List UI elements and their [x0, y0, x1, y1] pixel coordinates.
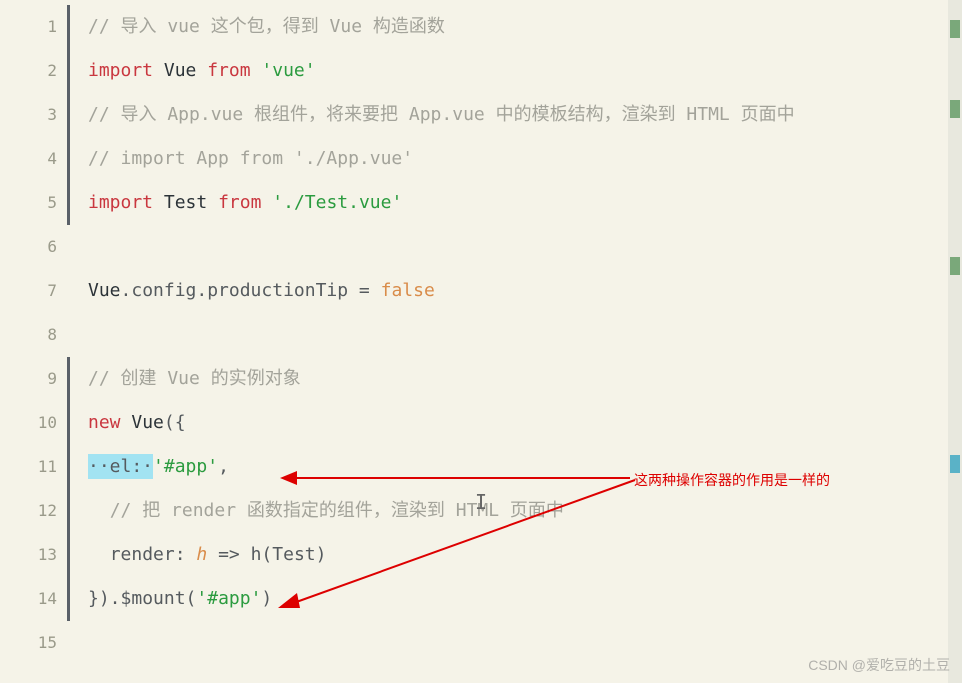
annotation-text: 这两种操作容器的作用是一样的 — [634, 470, 830, 490]
line-number: 6 — [0, 225, 70, 269]
code-editor[interactable]: 1 2 3 4 5 6 7 8 9 10 11 12 13 14 15 // 导… — [0, 0, 962, 683]
code-line[interactable]: import Vue from 'vue' — [88, 49, 962, 93]
watermark: CSDN @爱吃豆的土豆 — [808, 655, 950, 675]
line-number: 7 — [0, 269, 70, 313]
punctuation: ( — [186, 588, 197, 609]
parameter: h — [196, 544, 207, 565]
identifier: Vue — [153, 60, 207, 81]
code-content[interactable]: // 导入 vue 这个包，得到 Vue 构造函数 import Vue fro… — [70, 0, 962, 683]
line-number: 10 — [0, 401, 70, 445]
code-line[interactable]: // import App from './App.vue' — [88, 137, 962, 181]
string: 'vue' — [261, 60, 315, 81]
code-line[interactable]: new Vue({ — [88, 401, 962, 445]
scrollbar[interactable] — [948, 0, 962, 683]
punctuation: ({ — [164, 412, 186, 433]
comment: // 把 render 函数指定的组件，渲染到 HTML 页面中 — [110, 500, 564, 521]
comment: // 导入 vue 这个包，得到 Vue 构造函数 — [88, 16, 445, 37]
line-number: 4 — [0, 137, 70, 181]
comment: // 创建 Vue 的实例对象 — [88, 368, 301, 389]
scrollbar-marker — [950, 20, 960, 38]
code-line[interactable]: // 导入 vue 这个包，得到 Vue 构造函数 — [88, 5, 962, 49]
selected-text: ··el:· — [88, 454, 153, 479]
line-number: 3 — [0, 93, 70, 137]
identifier: Vue — [131, 412, 164, 433]
code-line[interactable] — [88, 313, 962, 357]
code-line[interactable]: // 创建 Vue 的实例对象 — [88, 357, 962, 401]
indent — [88, 500, 110, 521]
line-number: 2 — [0, 49, 70, 93]
code-line[interactable]: ··el:·'#app', — [88, 445, 962, 489]
identifier: Test — [153, 192, 218, 213]
string: '#app' — [153, 456, 218, 477]
property: render — [110, 544, 175, 565]
line-number: 5 — [0, 181, 70, 225]
code-text: .config.productionTip = — [121, 280, 381, 301]
comment: // import App from './App.vue' — [88, 148, 413, 169]
code-text: => h(Test) — [207, 544, 326, 565]
line-number: 1 — [0, 5, 70, 49]
punctuation: , — [218, 456, 229, 477]
code-line[interactable]: // 把 render 函数指定的组件，渲染到 HTML 页面中 — [88, 489, 962, 533]
line-number: 12 — [0, 489, 70, 533]
keyword-new: new — [88, 412, 121, 433]
code-line[interactable]: }).$mount('#app') — [88, 577, 962, 621]
indent — [88, 544, 110, 565]
scrollbar-marker — [950, 455, 960, 473]
keyword-from: from — [207, 60, 250, 81]
text-cursor-icon: I — [475, 490, 487, 514]
code-line[interactable]: render: h => h(Test) — [88, 533, 962, 577]
line-number: 11 — [0, 445, 70, 489]
code-line[interactable]: import Test from './Test.vue' — [88, 181, 962, 225]
code-line[interactable]: // 导入 App.vue 根组件，将来要把 App.vue 中的模板结构，渲染… — [88, 93, 962, 137]
string: '#app' — [196, 588, 261, 609]
comment: // 导入 App.vue 根组件，将来要把 App.vue 中的模板结构，渲染… — [88, 104, 795, 125]
punctuation: ) — [261, 588, 272, 609]
punctuation: }). — [88, 588, 121, 609]
line-number: 15 — [0, 621, 70, 665]
literal-false: false — [381, 280, 435, 301]
space — [251, 60, 262, 81]
line-number: 8 — [0, 313, 70, 357]
space — [121, 412, 132, 433]
space — [261, 192, 272, 213]
line-number: 13 — [0, 533, 70, 577]
identifier: Vue — [88, 280, 121, 301]
line-number-gutter: 1 2 3 4 5 6 7 8 9 10 11 12 13 14 15 — [0, 0, 70, 683]
code-line[interactable] — [88, 225, 962, 269]
string: './Test.vue' — [272, 192, 402, 213]
scrollbar-marker — [950, 100, 960, 118]
keyword-import: import — [88, 192, 153, 213]
method: $mount — [121, 588, 186, 609]
keyword-from: from — [218, 192, 261, 213]
line-number: 9 — [0, 357, 70, 401]
scrollbar-marker — [950, 257, 960, 275]
code-line[interactable]: Vue.config.productionTip = false — [88, 269, 962, 313]
punctuation: : — [175, 544, 197, 565]
keyword-import: import — [88, 60, 153, 81]
line-number: 14 — [0, 577, 70, 621]
